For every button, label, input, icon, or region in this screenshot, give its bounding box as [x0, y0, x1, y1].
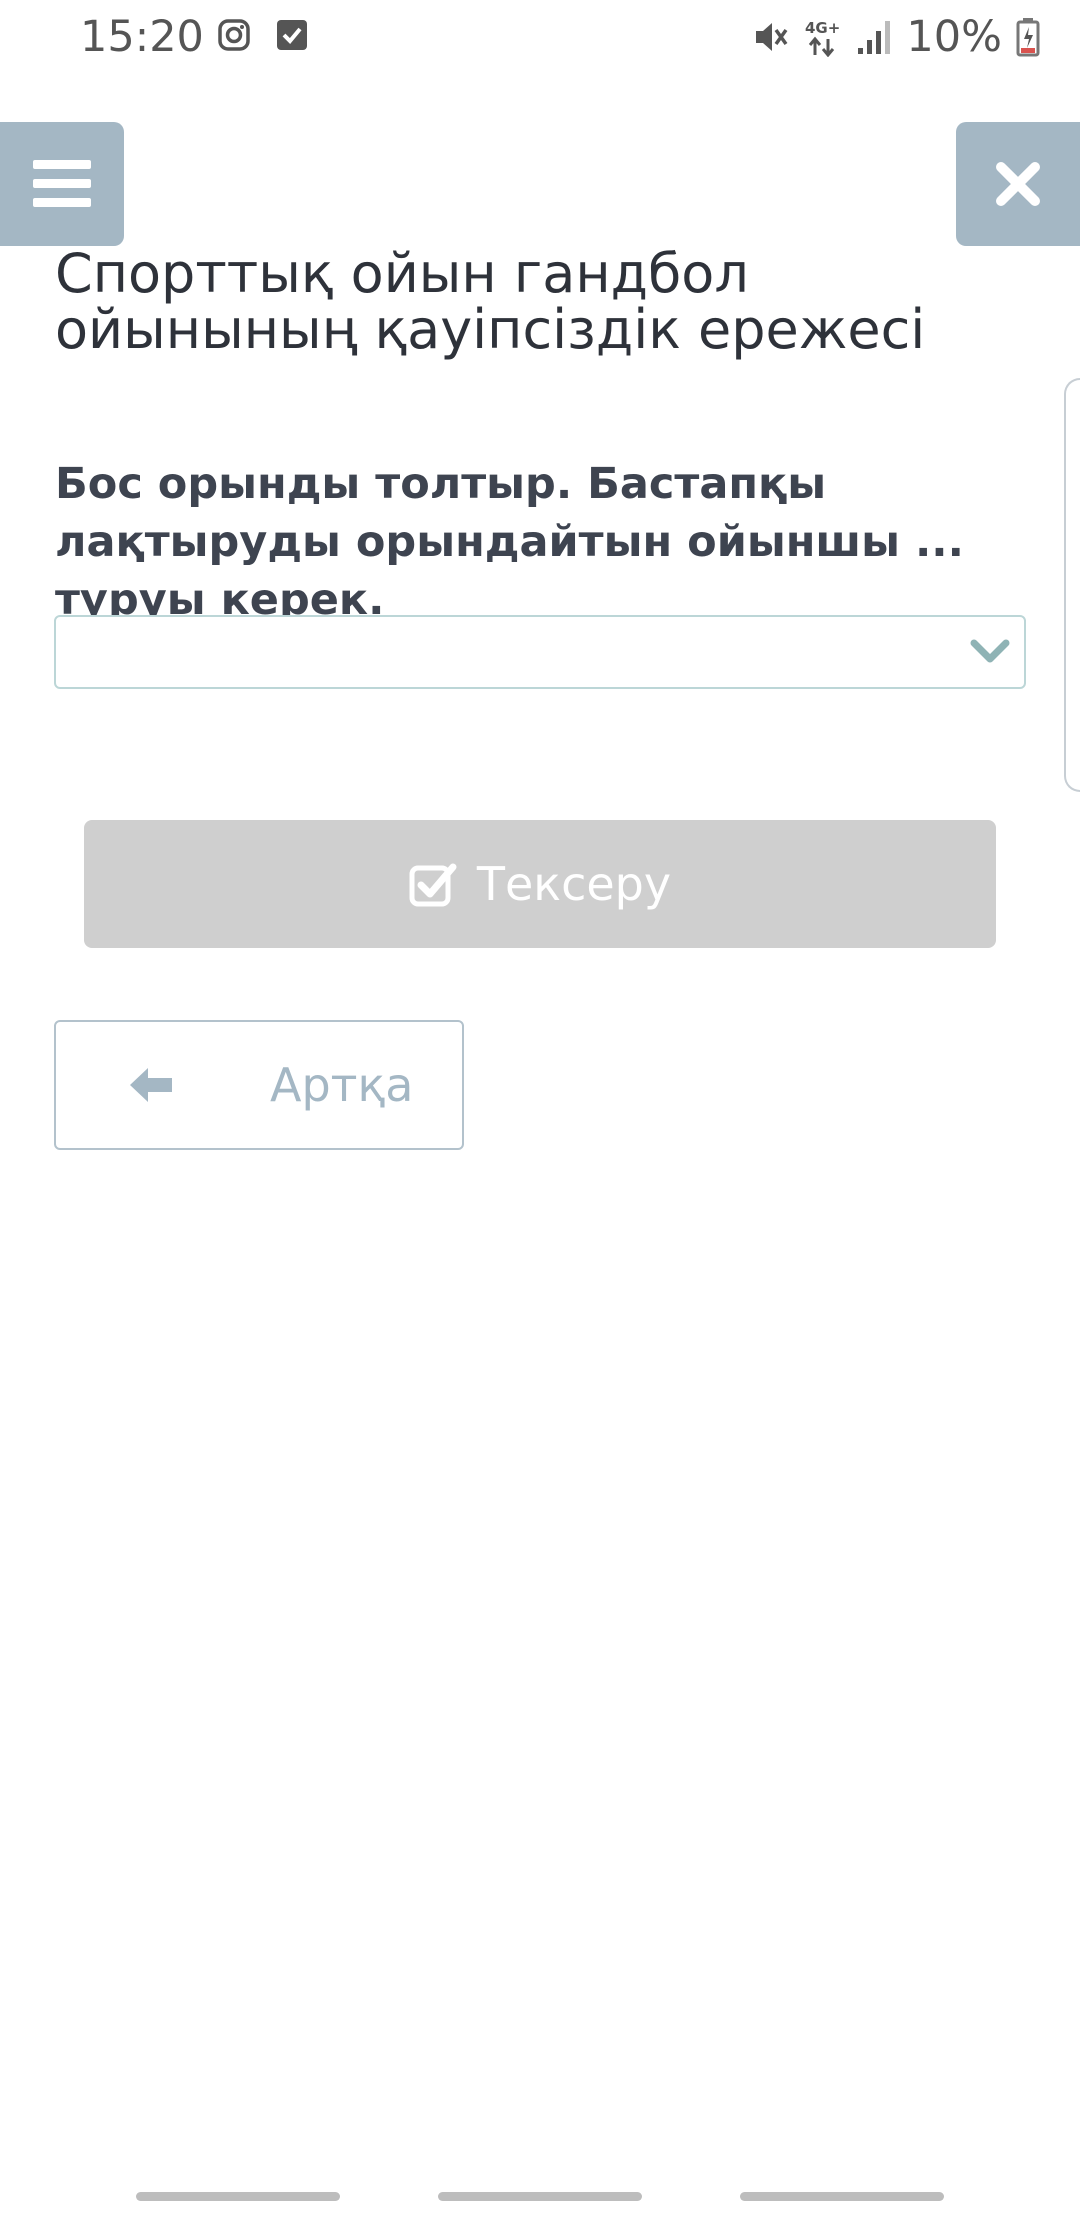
system-nav-bar	[0, 2180, 1080, 2220]
side-panel-tab[interactable]	[1064, 378, 1080, 792]
check-button-label: Тексеру	[476, 857, 672, 911]
nav-home-handle[interactable]	[438, 2192, 642, 2201]
back-button[interactable]: Артқа	[54, 1020, 464, 1150]
battery-percent: 10%	[906, 12, 1002, 62]
back-button-label: Артқа	[270, 1058, 414, 1112]
battery-icon	[1016, 18, 1040, 57]
page-title: Спорттық ойын гандбол ойынының қауіпсізд…	[55, 242, 926, 361]
status-bar: 15:20 4G+ 10%	[0, 0, 1080, 75]
nav-back-handle[interactable]	[740, 2192, 944, 2201]
hamburger-icon	[33, 160, 91, 207]
answer-select[interactable]	[54, 615, 1026, 689]
close-icon	[996, 162, 1040, 206]
network-label: 4G+	[805, 19, 840, 37]
instagram-icon	[218, 19, 250, 51]
question-text: Бос орынды толтыр. Бастапқы лақтыруды ор…	[55, 459, 964, 625]
check-square-icon	[409, 863, 457, 907]
arrow-left-icon	[130, 1068, 172, 1102]
mute-icon	[756, 23, 788, 51]
status-time: 15:20	[80, 12, 204, 62]
chevron-down-icon	[970, 639, 1010, 663]
nav-recent-handle[interactable]	[136, 2192, 340, 2201]
task-check-icon	[277, 20, 307, 50]
network-icon: 4G+	[805, 19, 841, 57]
close-button[interactable]	[956, 122, 1080, 246]
signal-icon	[858, 21, 891, 54]
menu-button[interactable]	[0, 122, 124, 246]
check-button[interactable]: Тексеру	[84, 820, 996, 948]
